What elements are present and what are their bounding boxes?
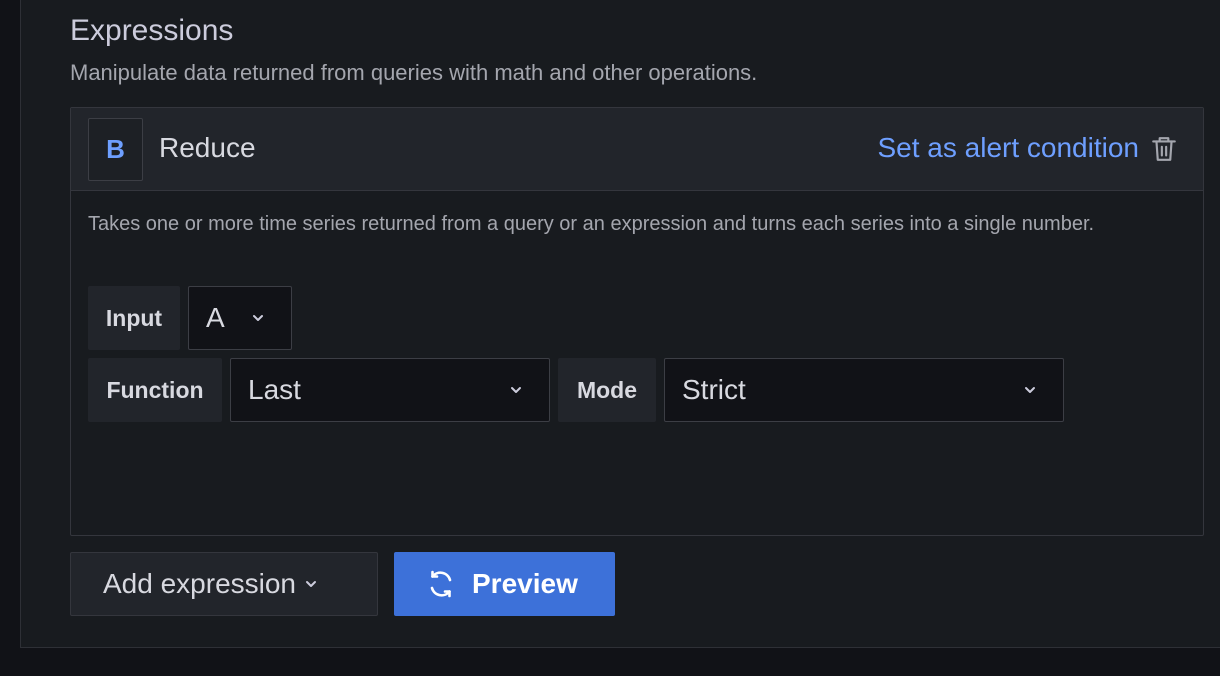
mode-label: Mode xyxy=(558,358,656,422)
chevron-down-icon xyxy=(306,581,317,587)
function-label: Function xyxy=(88,358,222,422)
add-expression-label: Add expression xyxy=(103,568,297,599)
mode-select[interactable]: Strict xyxy=(664,358,1064,422)
preview-button[interactable]: Preview xyxy=(394,552,615,616)
refresh-icon xyxy=(430,570,452,598)
set-alert-condition-link[interactable]: Set as alert condition xyxy=(878,132,1140,164)
expression-type: Reduce xyxy=(159,132,256,163)
function-select[interactable]: Last xyxy=(230,358,550,422)
chevron-down-icon xyxy=(511,387,521,393)
trash-icon[interactable] xyxy=(1151,135,1177,163)
input-select[interactable]: A xyxy=(188,286,292,350)
expression-header: B Reduce Set as alert condition xyxy=(71,108,1203,191)
section-title: Expressions xyxy=(70,14,234,47)
mode-select-value: Strict xyxy=(682,374,746,405)
chevron-down-icon xyxy=(1025,387,1035,393)
function-select-value: Last xyxy=(248,374,301,405)
expression-description: Takes one or more time series returned f… xyxy=(88,213,1095,235)
input-select-value: A xyxy=(206,302,225,333)
ref-id-badge[interactable]: B xyxy=(88,118,143,181)
preview-label: Preview xyxy=(472,568,578,599)
input-label: Input xyxy=(88,286,180,350)
chevron-down-icon xyxy=(253,315,263,321)
section-description: Manipulate data returned from queries wi… xyxy=(70,60,758,85)
add-expression-button[interactable]: Add expression xyxy=(70,552,378,616)
expression-card: B Reduce Set as alert condition Takes on… xyxy=(70,107,1204,536)
